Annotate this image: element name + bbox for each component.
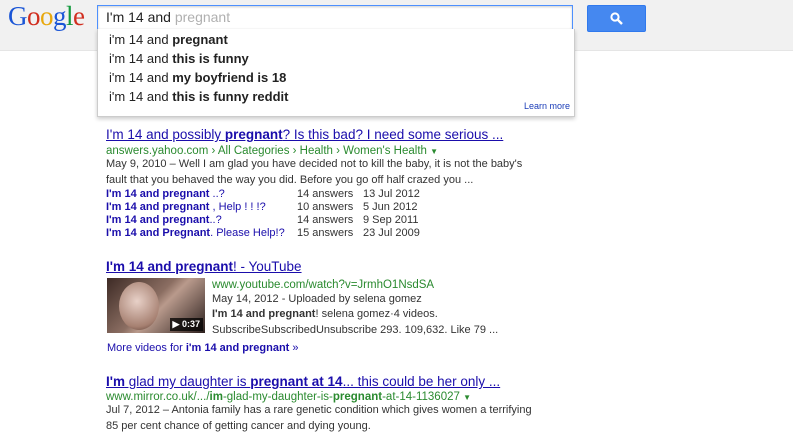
video-thumbnail[interactable]: ▶ 0:37 — [107, 278, 205, 333]
result-meta: May 14, 2012 - Uploaded by selena gomez — [212, 293, 422, 305]
suggestion-item[interactable]: i'm 14 and this is funny reddit — [109, 89, 288, 104]
autocomplete-dropdown: i'm 14 and pregnant i'm 14 and this is f… — [97, 29, 575, 117]
sublink-row[interactable]: I'm 14 and pregnant ..? 14 answers 13 Jul … — [106, 188, 420, 200]
search-button[interactable] — [587, 5, 646, 32]
result-snippet-line: fault that you behaved the way you did. … — [106, 174, 474, 186]
result-snippet-line: SubscribeSubscribedUnsubscribe 293. 109,… — [212, 324, 499, 336]
autocomplete-ghost-text: pregnant — [174, 9, 231, 25]
result-snippet-line: May 9, 2010 – Well I am glad you have de… — [106, 158, 523, 170]
result-title-link[interactable]: I'm 14 and pregnant! - YouTube — [106, 259, 302, 274]
video-duration: ▶ 0:37 — [169, 318, 203, 331]
sublink-row[interactable]: I'm 14 and Pregnant. Please Help!? 15 ans… — [106, 227, 420, 239]
result-title-link[interactable]: I'm glad my daughter is pregnant at 14..… — [106, 374, 500, 389]
play-icon: ▶ — [172, 319, 180, 329]
result-snippet-line: I'm 14 and pregnant! selena gomez·4 vide… — [212, 308, 438, 320]
sublink-row[interactable]: I'm 14 and pregnant..? 14 answers 9 Sep 20… — [106, 214, 418, 226]
suggestion-item[interactable]: i'm 14 and my boyfriend is 18 — [109, 70, 286, 85]
sublink-row[interactable]: I'm 14 and pregnant , Help ! ! !? 10 answ… — [106, 201, 417, 213]
result-url: www.youtube.com/watch?v=JrmhO1NsdSA — [212, 279, 435, 291]
magnifier-icon — [610, 12, 623, 25]
result-snippet-line: 85 per cent chance of getting cancer and… — [106, 420, 371, 432]
caret-down-icon[interactable]: ▼ — [463, 393, 471, 402]
suggestion-item[interactable]: i'm 14 and this is funny — [109, 51, 249, 66]
google-logo[interactable]: Google — [8, 1, 85, 32]
learn-more-link[interactable]: Learn more — [524, 101, 570, 111]
search-input[interactable]: I'm 14 and pregnant — [97, 5, 573, 30]
result-title-link[interactable]: I'm 14 and possibly pregnant? Is this ba… — [106, 127, 503, 142]
caret-down-icon[interactable]: ▼ — [430, 147, 438, 156]
result-snippet-line: Jul 7, 2012 – Antonia family has a rare … — [106, 404, 532, 416]
suggestion-item[interactable]: i'm 14 and pregnant — [109, 32, 228, 47]
search-query: I'm 14 and pregnant — [106, 9, 231, 25]
more-videos-link[interactable]: More videos for i'm 14 and pregnant » — [107, 342, 299, 354]
